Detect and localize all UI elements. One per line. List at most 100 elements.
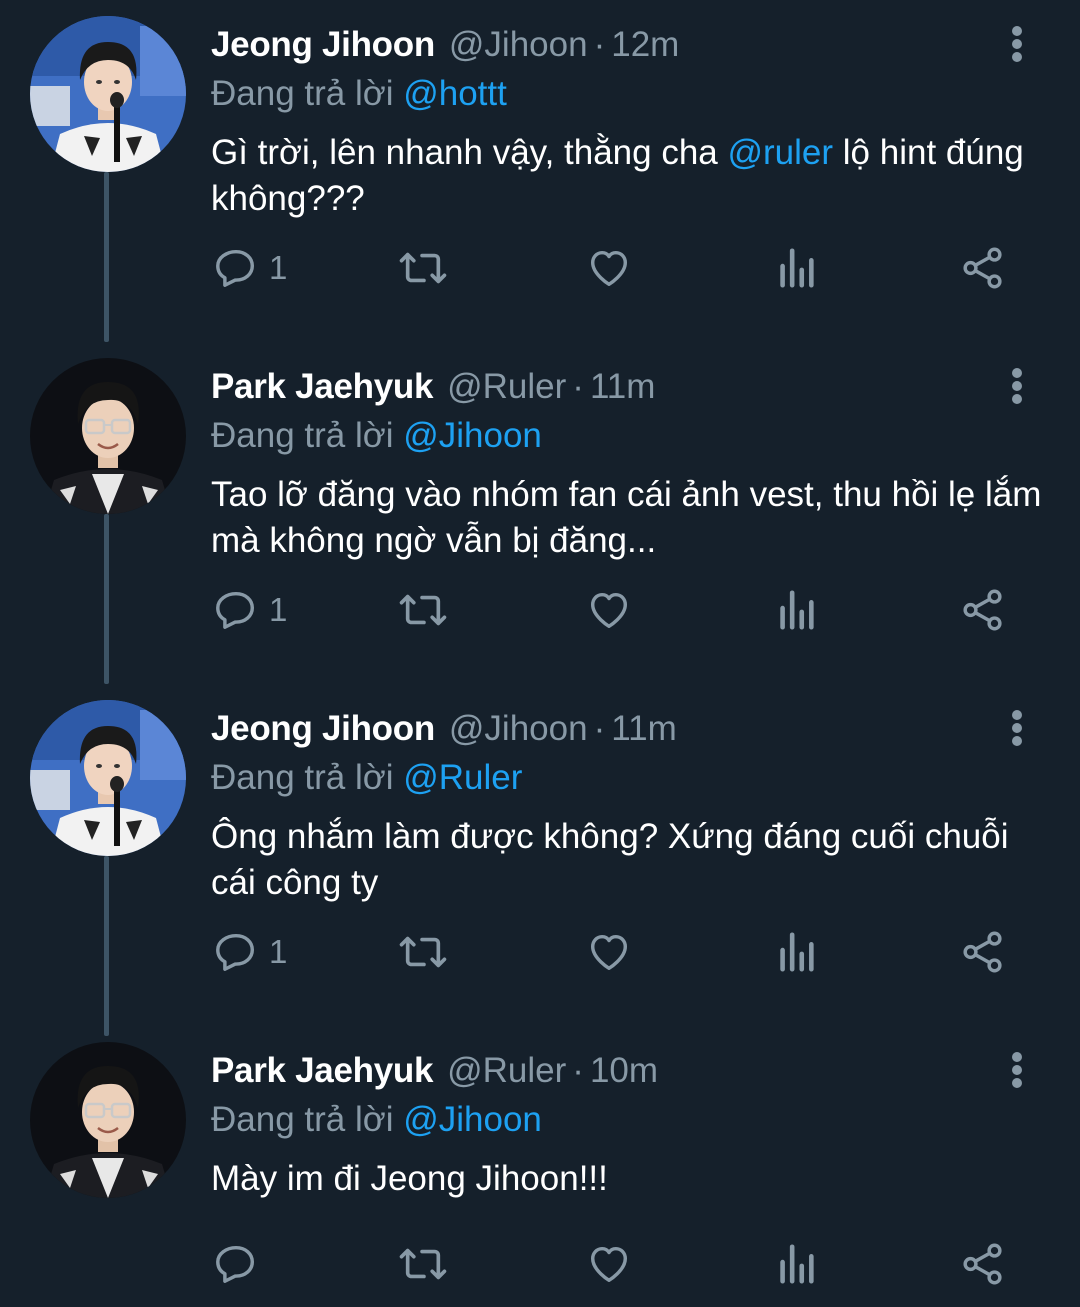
replying-to-label: Đang trả lời [211, 74, 394, 113]
separator-dot: · [572, 367, 584, 406]
more-options-button[interactable] [1002, 364, 1032, 408]
analytics-icon [780, 932, 814, 972]
reply-button[interactable]: 1 [213, 240, 287, 296]
author-name[interactable]: Jeong Jihoon [211, 709, 435, 748]
tweet-header: Park Jaehyuk @Ruler · 11m [211, 364, 655, 410]
tweet-header: Park Jaehyuk @Ruler · 10m [211, 1048, 658, 1094]
tweet-actions: 1 [0, 924, 1080, 980]
author-handle: @Ruler [447, 367, 567, 406]
avatar[interactable] [30, 1042, 186, 1198]
more-options-button[interactable] [1002, 1048, 1032, 1092]
replying-to: Đang trả lời @Ruler [211, 756, 522, 800]
tweet-header: Jeong Jihoon @Jihoon · 12m [211, 22, 679, 68]
tweet[interactable]: Jeong Jihoon @Jihoon · 12m Đang trả lời @ho… [0, 0, 1080, 342]
analytics-button[interactable] [776, 582, 816, 638]
author-name[interactable]: Park Jaehyuk [211, 1051, 433, 1090]
tweet-text: Mày im đi Jeong Jihoon!!! [211, 1156, 1051, 1202]
avatar-image [30, 358, 186, 514]
tweet-time[interactable]: 11m [590, 367, 656, 406]
share-button[interactable] [960, 240, 1006, 296]
share-icon [963, 247, 1002, 289]
reply-button[interactable]: 1 [213, 582, 287, 638]
share-button[interactable] [960, 924, 1006, 980]
tweet-actions: 1 [0, 240, 1080, 296]
tweet-time[interactable]: 11m [611, 709, 677, 748]
share-icon [963, 1243, 1002, 1285]
retweet-button[interactable] [398, 924, 448, 980]
author-name[interactable]: Jeong Jihoon [211, 25, 435, 64]
more-options-button[interactable] [1002, 706, 1032, 750]
like-button[interactable] [585, 582, 633, 638]
tweet[interactable]: Jeong Jihoon @Jihoon · 11m Đang trả lời @Ru… [0, 684, 1080, 1026]
share-button[interactable] [960, 582, 1006, 638]
more-vertical-icon-dot [1012, 1078, 1022, 1088]
more-vertical-icon-dot [1012, 1065, 1022, 1075]
tweet-text: Gì trời, lên nhanh vậy, thằng cha @ruler… [211, 130, 1051, 222]
share-icon [963, 931, 1002, 973]
heart-icon [590, 250, 628, 287]
more-vertical-icon-dot [1012, 381, 1022, 391]
replying-to: Đang trả lời @Jihoon [211, 1098, 542, 1142]
share-button[interactable] [960, 1236, 1006, 1292]
replying-to-label: Đang trả lời [211, 1100, 394, 1139]
author-name[interactable]: Park Jaehyuk [211, 367, 433, 406]
more-options-button[interactable] [1002, 22, 1032, 66]
reply-to-mention[interactable]: @Jihoon [403, 1100, 542, 1139]
more-vertical-icon [1012, 368, 1022, 378]
tweet-text-part: Mày im đi Jeong Jihoon!!! [211, 1159, 608, 1198]
tweet-header: Jeong Jihoon @Jihoon · 11m [211, 706, 677, 752]
retweet-icon [399, 252, 447, 284]
tweet-time[interactable]: 10m [590, 1051, 658, 1090]
more-vertical-icon-dot [1012, 394, 1022, 404]
analytics-icon [780, 1244, 814, 1284]
analytics-button[interactable] [776, 1236, 816, 1292]
retweet-button[interactable] [398, 582, 448, 638]
like-button[interactable] [585, 1236, 633, 1292]
replying-to: Đang trả lời @hottt [211, 72, 507, 116]
author-handle: @Jihoon [448, 25, 588, 64]
analytics-icon [780, 590, 814, 630]
reply-to-mention[interactable]: @hottt [403, 74, 507, 113]
like-button[interactable] [585, 240, 633, 296]
replying-to-label: Đang trả lời [211, 758, 394, 797]
replying-to-label: Đang trả lời [211, 416, 394, 455]
tweet[interactable]: Park Jaehyuk @Ruler · 11m Đang trả lời @Jih… [0, 342, 1080, 684]
reply-button[interactable] [213, 1236, 269, 1292]
analytics-icon [780, 248, 814, 288]
tweet[interactable]: Park Jaehyuk @Ruler · 10m Đang trả lời @Jih… [0, 1026, 1080, 1307]
tweet-text-part: Gì trời, lên nhanh vậy, thằng cha [211, 133, 728, 172]
share-icon [963, 589, 1002, 631]
more-vertical-icon [1012, 1052, 1022, 1062]
avatar-image [30, 700, 186, 856]
more-vertical-icon-dot [1012, 39, 1022, 49]
avatar-image [30, 1042, 186, 1198]
more-vertical-icon-dot [1012, 736, 1022, 746]
heart-icon [590, 934, 628, 971]
retweet-button[interactable] [398, 1236, 448, 1292]
like-button[interactable] [585, 924, 633, 980]
tweet-time[interactable]: 12m [611, 25, 679, 64]
avatar[interactable] [30, 358, 186, 514]
reply-count: 1 [269, 933, 288, 970]
tweet-text: Ông nhắm làm được không? Xứng đáng cuối … [211, 814, 1051, 906]
reply-to-mention[interactable]: @Ruler [403, 758, 522, 797]
separator-dot: · [593, 25, 606, 64]
reply-icon [216, 591, 255, 629]
heart-icon [590, 1246, 628, 1283]
author-handle: @Ruler [447, 1051, 567, 1090]
heart-icon [590, 592, 628, 629]
retweet-icon [399, 594, 447, 626]
reply-to-mention[interactable]: @Jihoon [403, 416, 542, 455]
tweet-mention[interactable]: @ruler [728, 133, 834, 172]
avatar[interactable] [30, 700, 186, 856]
reply-button[interactable]: 1 [213, 924, 287, 980]
separator-dot: · [572, 1051, 584, 1090]
avatar[interactable] [30, 16, 186, 172]
retweet-button[interactable] [398, 240, 448, 296]
more-vertical-icon-dot [1012, 52, 1022, 62]
reply-icon [216, 1245, 255, 1283]
analytics-button[interactable] [776, 240, 816, 296]
separator-dot: · [593, 709, 606, 748]
analytics-button[interactable] [776, 924, 816, 980]
avatar-image [30, 16, 186, 172]
